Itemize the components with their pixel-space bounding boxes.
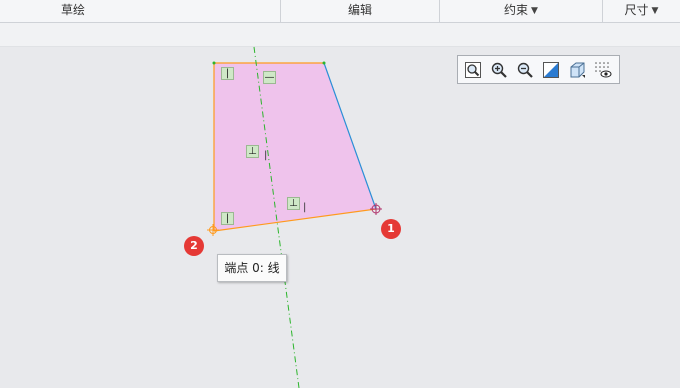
vertical-constraint-symbol: | (225, 213, 230, 224)
vertex-point[interactable] (322, 61, 326, 65)
vertical-constraint-icon[interactable]: | (221, 212, 234, 225)
perpendicular-constraint-symbol: ⊥ (289, 198, 298, 209)
vertex-point[interactable] (212, 61, 216, 65)
sketcher-display-icon[interactable] (594, 61, 612, 79)
callout-badge-1: 1 (381, 219, 401, 239)
perpendicular-constraint-icon[interactable]: ⊥ (287, 197, 300, 210)
constraint-tick-label: | (264, 150, 268, 161)
zoom-in-icon[interactable] (490, 61, 508, 79)
graphics-toolbar (457, 55, 620, 84)
horizontal-constraint-symbol: — (264, 72, 275, 83)
vertical-constraint-icon[interactable]: | (221, 67, 234, 80)
tooltip-text: 端点 0: 线 (224, 261, 280, 275)
vertical-constraint-symbol: | (225, 68, 230, 79)
saved-view-icon[interactable] (568, 61, 586, 79)
refit-icon[interactable] (464, 61, 482, 79)
perpendicular-constraint-icon[interactable]: ⊥ (246, 145, 259, 158)
perpendicular-constraint-symbol: ⊥ (248, 146, 257, 157)
display-style-icon[interactable] (542, 61, 560, 79)
callout-badge-2: 2 (184, 236, 204, 256)
horizontal-constraint-icon[interactable]: — (263, 71, 276, 84)
zoom-out-icon[interactable] (516, 61, 534, 79)
endpoint-tooltip: 端点 0: 线 (217, 254, 287, 282)
constraint-tick-label: | (303, 202, 307, 213)
